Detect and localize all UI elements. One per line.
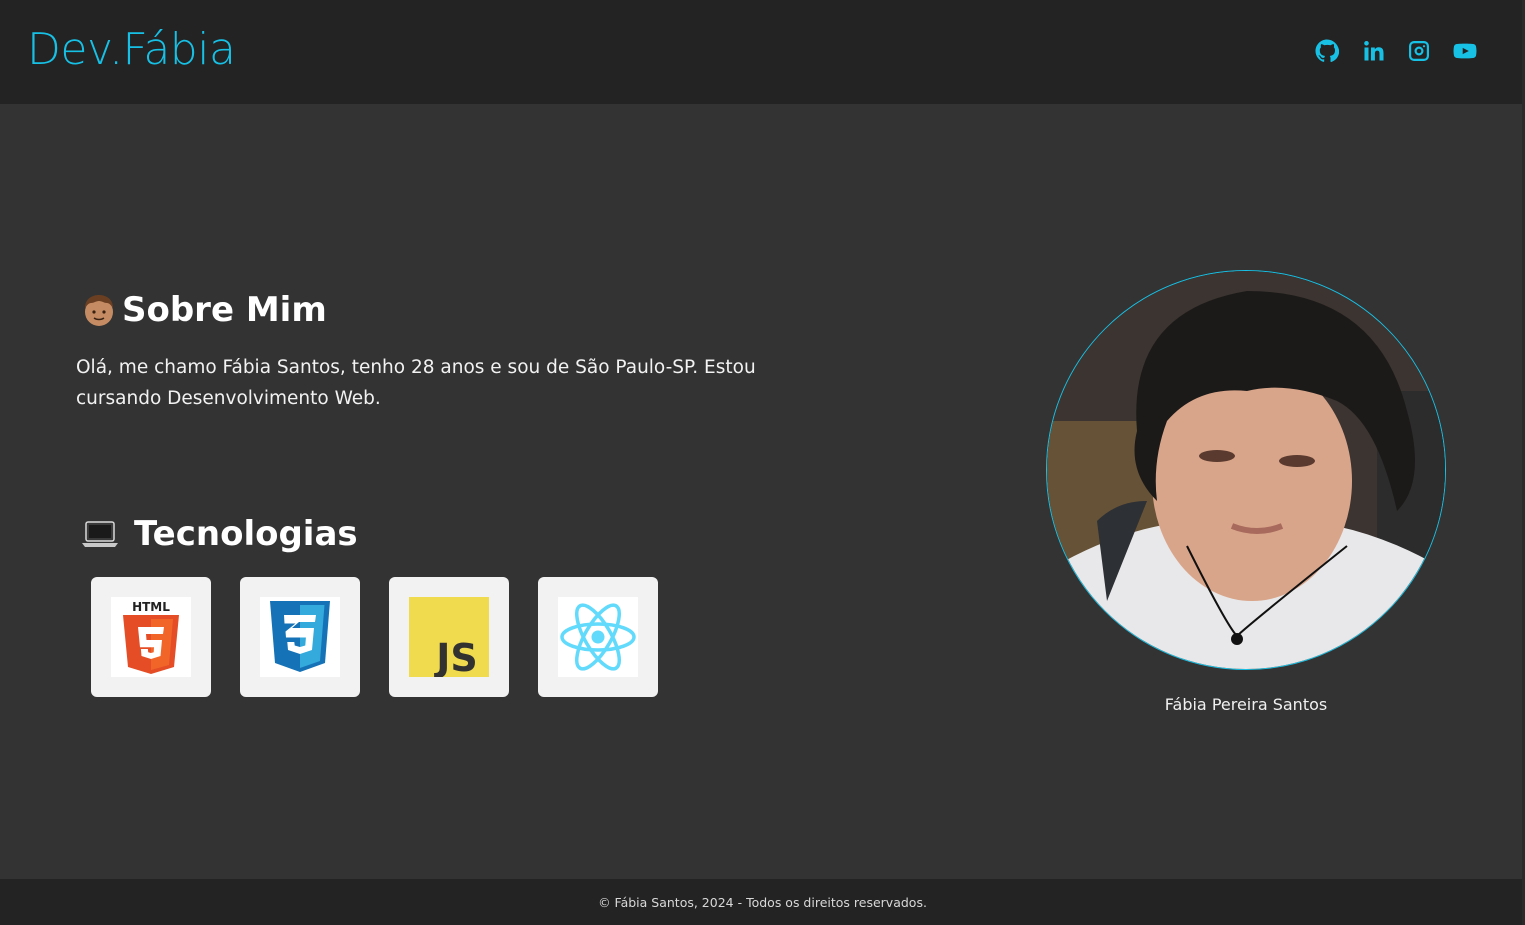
footer-text: © Fábia Santos, 2024 - Todos os direitos…: [598, 894, 927, 910]
social-links: [1314, 38, 1478, 64]
profile-caption: Fábia Pereira Santos: [1164, 695, 1328, 714]
main-content: Sobre Mim Olá, me chamo Fábia Santos, te…: [0, 104, 1525, 879]
profile-portrait-image: [1047, 271, 1445, 669]
html5-label: HTML: [132, 600, 170, 614]
about-title-text: Sobre Mim: [122, 290, 327, 330]
profile-photo: [1046, 270, 1446, 670]
technologies-title-text: Tecnologias: [134, 514, 358, 554]
youtube-link[interactable]: [1452, 38, 1478, 64]
tech-card-html: HTML: [91, 577, 211, 697]
person-emoji-icon: [85, 295, 113, 326]
site-footer: © Fábia Santos, 2024 - Todos os direitos…: [0, 879, 1525, 925]
html5-icon: HTML: [111, 597, 191, 677]
about-heading: Sobre Mim: [80, 290, 327, 330]
technologies-heading: Tecnologias: [80, 514, 358, 554]
linkedin-icon: [1364, 41, 1384, 61]
profile-figure: Fábia Pereira Santos: [1046, 270, 1448, 714]
laptop-emoji-icon: [82, 521, 118, 547]
react-icon: [558, 597, 638, 677]
logo-link[interactable]: Dev.Fábia: [27, 24, 236, 75]
tech-card-css: [240, 577, 360, 697]
technologies-list: HTML JS: [91, 577, 658, 697]
javascript-icon: JS: [409, 597, 489, 677]
tech-card-react: [538, 577, 658, 697]
css3-icon: [260, 597, 340, 677]
youtube-icon: [1453, 43, 1477, 59]
tech-card-javascript: JS: [389, 577, 509, 697]
site-header: Dev.Fábia: [0, 0, 1525, 104]
linkedin-link[interactable]: [1360, 38, 1386, 64]
about-paragraph: Olá, me chamo Fábia Santos, tenho 28 ano…: [76, 357, 756, 409]
github-icon: [1315, 39, 1339, 63]
github-link[interactable]: [1314, 38, 1340, 64]
javascript-label: JS: [433, 636, 478, 677]
instagram-icon: [1409, 41, 1429, 61]
instagram-link[interactable]: [1406, 38, 1432, 64]
